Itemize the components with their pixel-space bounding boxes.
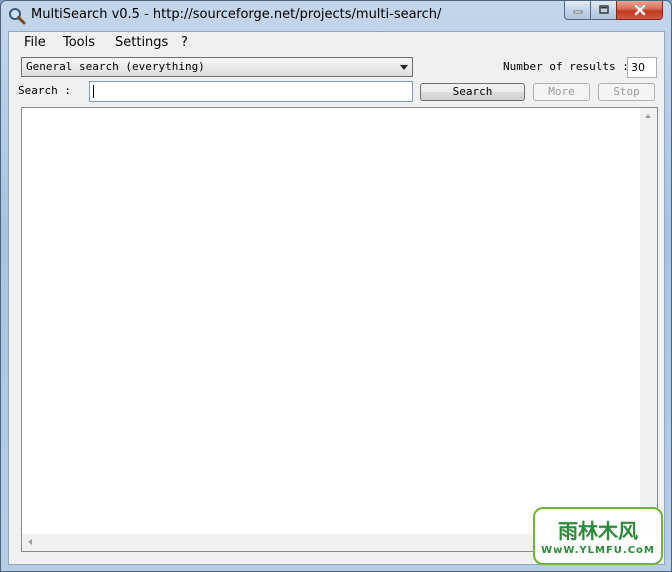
app-window: MultiSearch v0.5 - http://sourceforge.ne… [0, 0, 672, 572]
results-count-label: Number of results : [503, 60, 629, 73]
text-caret [93, 85, 94, 98]
more-button[interactable]: More [533, 83, 590, 101]
minimize-button[interactable] [564, 1, 591, 20]
scroll-up-icon[interactable] [645, 114, 651, 118]
menu-file[interactable]: File [24, 35, 46, 50]
title-bar[interactable]: MultiSearch v0.5 - http://sourceforge.ne… [1, 1, 671, 31]
close-button[interactable] [616, 1, 663, 20]
maximize-icon [598, 5, 609, 14]
close-icon [634, 4, 645, 16]
minimize-icon [573, 10, 582, 14]
search-button[interactable]: Search [420, 83, 525, 101]
maximize-button[interactable] [590, 1, 617, 20]
menu-bar: File Tools Settings ? [9, 32, 664, 54]
stop-button[interactable]: Stop [598, 83, 655, 101]
vertical-scrollbar[interactable] [640, 108, 657, 535]
results-list[interactable] [21, 107, 658, 552]
client-area: File Tools Settings ? General search (ev… [8, 31, 665, 565]
menu-help[interactable]: ? [181, 35, 188, 50]
menu-settings[interactable]: Settings [115, 35, 168, 50]
results-count-input[interactable]: 30 [627, 57, 657, 78]
watermark-logo: 雨林木风 WwW.YLMFU.CoM [533, 507, 663, 565]
scroll-left-icon[interactable] [28, 539, 32, 545]
search-label: Search : [18, 84, 71, 97]
magnifier-icon [9, 8, 26, 25]
window-title: MultiSearch v0.5 - http://sourceforge.ne… [31, 7, 442, 22]
menu-tools[interactable]: Tools [63, 35, 95, 50]
watermark-main-text: 雨林木风 [558, 519, 638, 543]
chevron-down-icon [400, 65, 408, 70]
search-type-select[interactable]: General search (everything) [21, 57, 413, 77]
watermark-url-text: WwW.YLMFU.CoM [541, 545, 655, 556]
search-input[interactable] [89, 81, 413, 102]
search-type-value: General search (everything) [26, 60, 205, 73]
